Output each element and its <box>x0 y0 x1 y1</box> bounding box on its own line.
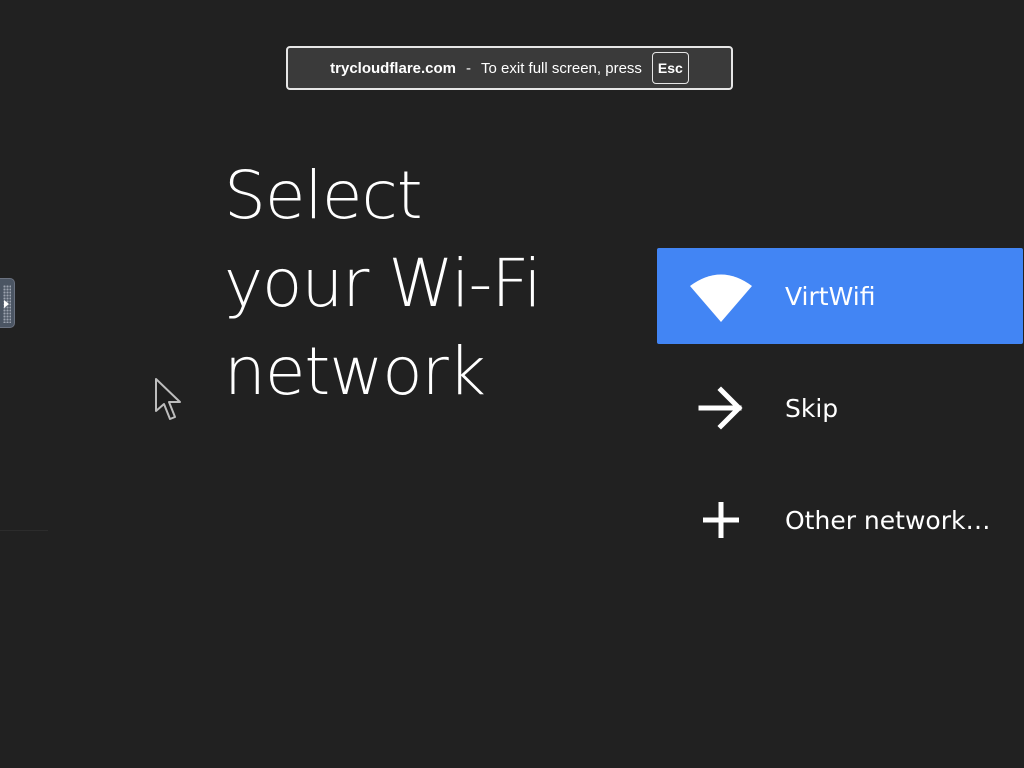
mouse-pointer-icon <box>154 377 184 425</box>
setup-screen: trycloudflare.com - To exit full screen,… <box>0 0 1024 768</box>
banner-separator: - <box>466 59 472 77</box>
network-label: VirtWifi <box>785 281 876 311</box>
page-title: Select your Wi-Fi network <box>224 152 624 416</box>
banner-domain: trycloudflare.com <box>330 59 457 77</box>
other-network-button[interactable]: Other network… <box>657 472 1023 568</box>
divider <box>0 530 48 531</box>
side-panel-handle[interactable] <box>0 278 15 328</box>
network-item-virtwifi[interactable]: VirtWifi <box>657 248 1023 344</box>
title-line-2: your Wi-Fi <box>224 245 542 322</box>
wifi-icon <box>689 268 753 324</box>
banner-message: To exit full screen, press <box>481 59 642 77</box>
skip-button[interactable]: Skip <box>657 360 1023 456</box>
title-line-3: network <box>224 333 486 410</box>
expand-arrow-icon <box>4 300 9 308</box>
plus-icon <box>689 492 753 548</box>
network-list: VirtWifi Skip Other network… <box>657 248 1023 568</box>
title-line-1: Select <box>224 157 423 234</box>
other-network-label: Other network… <box>785 505 991 535</box>
esc-key-badge: Esc <box>651 52 689 84</box>
skip-label: Skip <box>785 393 839 423</box>
fullscreen-notice: trycloudflare.com - To exit full screen,… <box>286 46 733 90</box>
arrow-right-icon <box>689 380 753 436</box>
